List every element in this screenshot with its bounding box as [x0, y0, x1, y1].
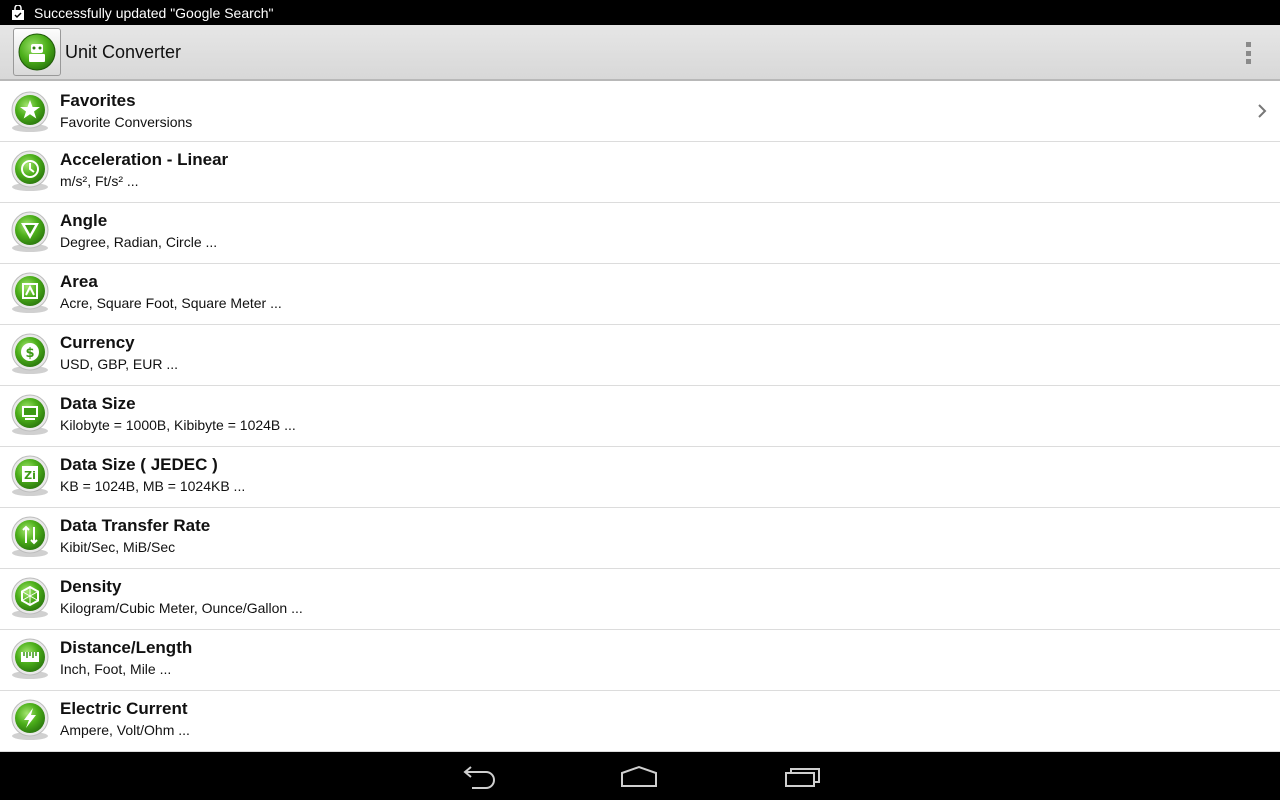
list-item-subtitle: Favorite Conversions [60, 114, 193, 130]
data-size-icon [11, 394, 49, 435]
list-item-title: Data Size ( JEDEC ) [60, 455, 218, 474]
svg-text:$: $ [25, 346, 34, 361]
list-item[interactable]: Area Acre, Square Foot, Square Meter ... [0, 264, 1280, 325]
notification-text: Successfully updated "Google Search" [34, 4, 274, 21]
list-item-title: Electric Current [60, 699, 188, 718]
list-item-text: Area Acre, Square Foot, Square Meter ... [60, 272, 282, 313]
list-item[interactable]: Electric Current Ampere, Volt/Ohm ... [0, 691, 1280, 752]
list-item-text: Data Size Kilobyte = 1000B, Kibibyte = 10… [60, 394, 296, 435]
lightning-icon [11, 699, 49, 740]
list-item-title: Density [60, 577, 122, 596]
list-item-subtitle: USD, GBP, EUR ... [60, 356, 178, 372]
svg-text:Zi: Zi [24, 469, 36, 482]
data-size-jedec-icon: Zi [11, 455, 49, 496]
angle-icon [11, 211, 49, 252]
currency-icon: $ [11, 333, 49, 374]
acceleration-icon [11, 150, 49, 191]
action-bar: Unit Converter [0, 25, 1280, 81]
list-item-subtitle: Degree, Radian, Circle ... [60, 234, 218, 250]
list-item-title: Favorites [60, 91, 136, 110]
list-item-text: Angle Degree, Radian, Circle ... [60, 211, 217, 252]
list-item-text: Density Kilogram/Cubic Meter, Ounce/Gallo… [60, 577, 303, 618]
list-item-title: Currency [60, 333, 135, 352]
list-item-text: Acceleration - Linear m/s², Ft/s² ... [60, 150, 228, 191]
list-item-text: Distance/Length Inch, Foot, Mile ... [60, 638, 192, 679]
recent-apps-icon[interactable] [782, 764, 822, 790]
chevron-right-icon [1258, 104, 1267, 118]
list-item-title: Area [60, 272, 98, 291]
list-item-text: Data Size ( JEDEC ) KB = 1024B, MB = 1024… [60, 455, 245, 496]
list-item-title: Data Size [60, 394, 136, 413]
list-item-subtitle: Acre, Square Foot, Square Meter ... [60, 295, 282, 311]
list-item[interactable]: $ Currency USD, GBP, EUR ... [0, 325, 1280, 386]
list-item[interactable]: Data Size Kilobyte = 1000B, Kibibyte = 10… [0, 386, 1280, 447]
list-item-title: Data Transfer Rate [60, 516, 211, 535]
star-icon [11, 91, 49, 132]
shopping-bag-icon [12, 4, 24, 20]
data-transfer-icon [11, 516, 49, 557]
list-item[interactable]: Angle Degree, Radian, Circle ... [0, 203, 1280, 264]
list-item[interactable]: Distance/Length Inch, Foot, Mile ... [0, 630, 1280, 691]
list-item-title: Acceleration - Linear [60, 150, 229, 169]
list-item-subtitle: Kibit/Sec, MiB/Sec [60, 539, 176, 555]
list-item-title: Angle [60, 211, 108, 230]
list-item-title: Distance/Length [60, 638, 193, 657]
status-bar: Successfully updated "Google Search" [0, 0, 1280, 25]
area-icon [11, 272, 49, 313]
list-item[interactable]: Density Kilogram/Cubic Meter, Ounce/Gallo… [0, 569, 1280, 630]
list-item-text: Data Transfer Rate Kibit/Sec, MiB/Sec [60, 516, 210, 557]
list-item-subtitle: Ampere, Volt/Ohm ... [60, 722, 190, 738]
list-item-subtitle: Kilogram/Cubic Meter, Ounce/Gallon ... [60, 600, 303, 616]
navigation-bar [0, 752, 1280, 800]
app-title: Unit Converter [65, 41, 182, 62]
back-icon[interactable] [458, 764, 498, 790]
list-item[interactable]: Zi Data Size ( JEDEC ) KB = 1024B, MB = 10… [0, 447, 1280, 508]
list-item-subtitle: Kilobyte = 1000B, Kibibyte = 1024B ... [60, 417, 296, 433]
list-item[interactable]: Acceleration - Linear m/s², Ft/s² ... [0, 142, 1280, 203]
list-item-text: Favorites Favorite Conversions [60, 91, 192, 132]
list-item-subtitle: m/s², Ft/s² ... [60, 173, 139, 189]
robot-icon [18, 33, 56, 71]
density-icon [11, 577, 49, 618]
list-item-text: Electric Current Ampere, Volt/Ohm ... [60, 699, 190, 740]
home-icon[interactable] [619, 764, 659, 790]
list-item-text: Currency USD, GBP, EUR ... [60, 333, 178, 374]
app-logo[interactable] [13, 28, 61, 76]
list-item[interactable]: Data Transfer Rate Kibit/Sec, MiB/Sec [0, 508, 1280, 569]
overflow-menu-icon[interactable] [1238, 39, 1258, 67]
ruler-icon [11, 638, 49, 679]
list-item[interactable]: Favorites Favorite Conversions [0, 83, 1280, 142]
list-item-subtitle: Inch, Foot, Mile ... [60, 661, 172, 677]
list-item-subtitle: KB = 1024B, MB = 1024KB ... [60, 478, 246, 494]
category-list: Favorites Favorite Conversions Acceleratio… [0, 83, 1280, 752]
